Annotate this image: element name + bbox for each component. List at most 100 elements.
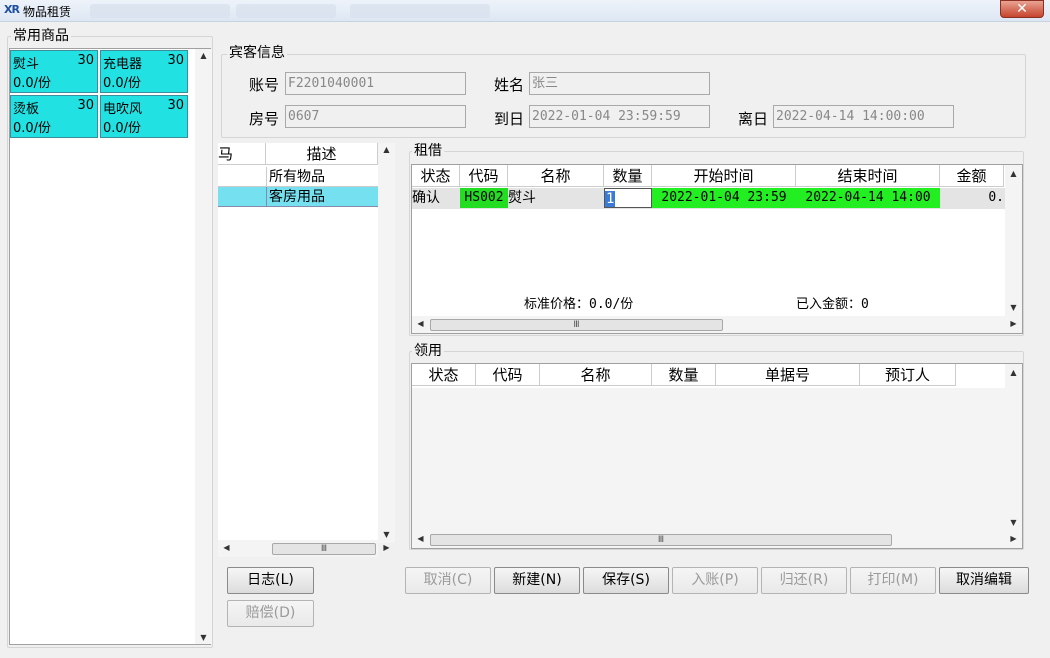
rental-row[interactable]: 确认 HS002 熨斗 1 2022-01-04 23:59 2022-04-1…	[412, 188, 1005, 209]
account-label: 账号	[249, 76, 280, 94]
category-horizontal-scrollbar[interactable]: ◀ Ⅲ	[218, 540, 378, 557]
goods-qty: 30	[167, 53, 184, 68]
goods-qty: 30	[167, 98, 184, 113]
depart-date-field[interactable]: 2022-04-14 14:00:00	[773, 105, 954, 128]
log-button[interactable]: 日志(L)	[227, 567, 314, 594]
scroll-right-arrow-icon[interactable]: ▶	[1005, 319, 1022, 328]
scroll-up-arrow-icon[interactable]: ▲	[1005, 368, 1022, 377]
compensate-button[interactable]: 赔偿(D)	[227, 600, 314, 627]
scroll-left-arrow-icon[interactable]: ◀	[412, 534, 429, 543]
rental-end-time: 2022-04-14 14:00	[796, 188, 940, 208]
usage-header-row: 状态 代码 名称 数量 单据号 预订人	[412, 364, 1005, 388]
usage-vertical-scrollbar[interactable]: ▲ ▼	[1005, 364, 1022, 531]
new-button[interactable]: 新建(N)	[494, 567, 580, 594]
scroll-down-arrow-icon[interactable]: ▼	[1005, 518, 1022, 527]
category-header: 马 描述	[218, 143, 378, 165]
scroll-up-arrow-icon[interactable]: ▲	[1005, 169, 1022, 178]
col-header-doc-no[interactable]: 单据号	[716, 364, 860, 386]
common-goods-label: 常用商品	[11, 28, 71, 44]
scroll-right-arrow-icon[interactable]: ▶	[378, 543, 395, 552]
col-header-booker[interactable]: 预订人	[860, 364, 956, 386]
rental-grid: 状态 代码 名称 数量 开始时间 结束时间 金额 确认 HS002 熨斗 1 2…	[411, 164, 1023, 334]
goods-name: 烫板	[13, 102, 40, 117]
blurred-toolbar-chip	[90, 4, 230, 18]
col-header-qty[interactable]: 数量	[652, 364, 716, 386]
goods-name: 充电器	[103, 57, 143, 72]
quantity-input[interactable]: 1	[604, 188, 652, 208]
goods-price: 0.0/份	[13, 76, 52, 91]
blurred-toolbar-chip	[350, 4, 490, 18]
guest-info-label: 宾客信息	[227, 45, 287, 61]
col-header-start-time[interactable]: 开始时间	[652, 165, 796, 187]
scroll-right-arrow-icon[interactable]: ▶	[1005, 534, 1022, 543]
posted-amount: 已入金额：0	[796, 297, 869, 312]
col-header-code[interactable]: 代码	[460, 165, 508, 187]
scroll-left-arrow-icon[interactable]: ◀	[412, 319, 429, 328]
goods-price: 0.0/份	[13, 121, 52, 136]
scroll-up-arrow-icon[interactable]: ▲	[195, 51, 212, 60]
scroll-down-arrow-icon[interactable]: ▼	[195, 633, 212, 642]
usage-label: 领用	[412, 343, 444, 359]
goods-tile[interactable]: 电吹风 30 0.0/份	[100, 95, 188, 138]
app-logo-icon: XR	[4, 3, 20, 16]
account-field[interactable]: F2201040001	[285, 72, 466, 95]
col-header-status[interactable]: 状态	[412, 364, 476, 386]
category-desc: 所有物品	[266, 167, 378, 187]
col-header-end-time[interactable]: 结束时间	[796, 165, 940, 187]
scroll-down-arrow-icon[interactable]: ▼	[1005, 303, 1022, 312]
col-header-status[interactable]: 状态	[412, 165, 460, 187]
post-button[interactable]: 入账(P)	[672, 567, 758, 594]
scroll-thumb[interactable]: Ⅲ	[430, 534, 892, 546]
goods-qty: 30	[77, 53, 94, 68]
rental-summary-bar: 标准价格：0.0/份 已入金额：0	[460, 295, 1005, 315]
scroll-thumb[interactable]: Ⅲ	[272, 543, 376, 555]
col-header-code[interactable]: 代码	[476, 364, 540, 386]
rental-vertical-scrollbar[interactable]: ▲ ▼	[1005, 165, 1022, 316]
col-header-amount[interactable]: 金额	[940, 165, 1004, 187]
scroll-up-arrow-icon[interactable]: ▲	[378, 145, 395, 154]
rental-start-time: 2022-01-04 23:59	[652, 188, 796, 208]
window-title: 物品租赁	[23, 5, 72, 19]
category-vertical-scrollbar[interactable]: ▲ ▼	[378, 143, 395, 543]
standard-price: 标准价格：0.0/份	[524, 297, 634, 312]
col-header-name[interactable]: 名称	[508, 165, 604, 187]
col-header-desc[interactable]: 描述	[266, 143, 378, 165]
rental-amount: 0.	[988, 190, 1004, 205]
arrive-date-field[interactable]: 2022-01-04 23:59:59	[529, 105, 710, 128]
rental-label: 租借	[412, 143, 444, 159]
goods-price: 0.0/份	[103, 121, 142, 136]
usage-grid: 状态 代码 名称 数量 单据号 预订人 ▲ ▼ ◀ Ⅲ ▶	[411, 363, 1023, 549]
blurred-toolbar-chip	[236, 4, 336, 18]
rental-status: 确认	[412, 190, 440, 206]
goods-vertical-scrollbar[interactable]: ▲ ▼	[195, 49, 212, 644]
rental-horizontal-scrollbar[interactable]: ◀ Ⅲ ▶	[412, 316, 1022, 333]
cancel-edit-button[interactable]: 取消编辑	[939, 567, 1029, 594]
name-field[interactable]: 张三	[529, 72, 710, 95]
scroll-left-arrow-icon[interactable]: ◀	[218, 543, 235, 552]
save-button[interactable]: 保存(S)	[583, 567, 669, 594]
usage-horizontal-scrollbar[interactable]: ◀ Ⅲ ▶	[412, 531, 1022, 548]
goods-tile[interactable]: 充电器 30 0.0/份	[100, 50, 188, 93]
return-button[interactable]: 归还(R)	[761, 567, 847, 594]
scroll-thumb[interactable]: Ⅲ	[430, 319, 723, 331]
category-row[interactable]: 所有物品	[218, 167, 378, 187]
depart-label: 离日	[738, 110, 769, 128]
goods-name: 电吹风	[103, 102, 143, 117]
col-header-code[interactable]: 马	[218, 143, 266, 165]
category-row-selected[interactable]: 客房用品	[218, 187, 378, 207]
goods-tile[interactable]: 烫板 30 0.0/份	[10, 95, 98, 138]
scroll-down-arrow-icon[interactable]: ▼	[378, 530, 395, 539]
room-field[interactable]: 0607	[285, 105, 466, 128]
cancel-button[interactable]: 取消(C)	[405, 567, 491, 594]
goods-tile[interactable]: 熨斗 30 0.0/份	[10, 50, 98, 93]
col-header-name[interactable]: 名称	[540, 364, 652, 386]
close-button[interactable]: ✕	[1000, 0, 1044, 18]
arrive-label: 到日	[494, 110, 525, 128]
rental-code: HS002	[460, 188, 508, 208]
print-button[interactable]: 打印(M)	[850, 567, 936, 594]
room-label: 房号	[249, 110, 280, 128]
goods-qty: 30	[77, 98, 94, 113]
col-header-qty[interactable]: 数量	[604, 165, 652, 187]
quantity-value: 1	[605, 191, 616, 207]
name-label: 姓名	[494, 76, 525, 94]
